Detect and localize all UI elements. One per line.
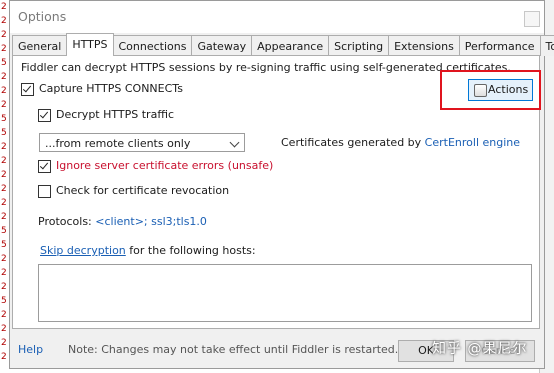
bg-char: 2: [1, 2, 7, 12]
decrypt-source-value: ...from remote clients only: [45, 137, 191, 150]
ignore-cert-errors-checkbox[interactable]: [38, 160, 51, 173]
ignore-cert-errors-label[interactable]: Ignore server certificate errors (unsafe…: [56, 159, 273, 172]
https-intro-text: Fiddler can decrypt HTTPS sessions by re…: [21, 61, 511, 74]
skip-decryption-suffix: for the following hosts:: [129, 244, 256, 257]
bg-char: 5: [1, 114, 7, 124]
restart-note: Note: Changes may not take effect until …: [68, 343, 399, 356]
bg-char: 5: [1, 128, 7, 138]
bg-char: 2: [1, 170, 7, 180]
bg-char: 5: [1, 296, 7, 306]
help-link[interactable]: Help: [18, 343, 43, 356]
tab-appearance[interactable]: Appearance: [251, 35, 330, 56]
bg-char: 2: [1, 212, 7, 222]
close-icon[interactable]: [524, 11, 540, 27]
window-title: Options: [18, 9, 67, 24]
decrypt-source-select[interactable]: ...from remote clients only: [39, 133, 245, 152]
tab-general[interactable]: General: [12, 35, 68, 56]
background-left-strip: 2 2 2 2 5 2 2 2 5 5 2 2 2 2 2 2 5 5 2 2 …: [0, 0, 9, 373]
chevron-down-icon: [229, 137, 240, 148]
bg-char: 2: [1, 72, 7, 82]
bg-char: 5: [1, 240, 7, 250]
capture-https-label[interactable]: Capture HTTPS CONNECTs: [39, 82, 183, 95]
skip-decryption-row: Skip decryption for the following hosts:: [40, 244, 256, 257]
title-bar: Options: [10, 1, 544, 33]
protocols-link[interactable]: <client>; ssl3;tls1.0: [95, 215, 207, 228]
certificates-info: Certificates generated by CertEnroll eng…: [281, 136, 520, 149]
bg-char: 2: [1, 30, 7, 40]
bg-char: 2: [1, 254, 7, 264]
tab-connections[interactable]: Connections: [112, 35, 193, 56]
tab-extensions[interactable]: Extensions: [388, 35, 460, 56]
bg-char: 2: [1, 156, 7, 166]
bg-char: 2: [1, 100, 7, 110]
check-revocation-checkbox[interactable]: [38, 185, 51, 198]
bg-char: 2: [1, 282, 7, 292]
bg-char: 2: [1, 352, 7, 362]
tab-tools[interactable]: Tools: [539, 35, 554, 56]
protocols-row: Protocols: <client>; ssl3;tls1.0: [38, 215, 207, 228]
actions-highlight-box: [440, 70, 541, 110]
bg-char: 2: [1, 142, 7, 152]
certificates-prefix: Certificates generated by: [281, 136, 422, 149]
tab-gateway[interactable]: Gateway: [191, 35, 253, 56]
tab-performance[interactable]: Performance: [458, 35, 541, 56]
tab-https[interactable]: HTTPS: [66, 33, 114, 56]
watermark-text: 知乎 @果尼尔: [432, 341, 528, 357]
bg-char: 2: [1, 268, 7, 278]
check-revocation-label[interactable]: Check for certificate revocation: [56, 184, 229, 197]
bg-char: 2: [1, 44, 7, 54]
bg-char: 2: [1, 184, 7, 194]
tab-strip: General HTTPS Connections Gateway Appear…: [12, 33, 554, 56]
capture-https-checkbox[interactable]: [21, 83, 34, 96]
skip-hosts-textarea[interactable]: [38, 264, 532, 322]
protocols-label: Protocols:: [38, 215, 92, 228]
options-dialog: Options General HTTPS Connections Gatewa…: [9, 0, 554, 369]
bg-char: 2: [1, 16, 7, 26]
bg-char: 5: [1, 226, 7, 236]
skip-decryption-link[interactable]: Skip decryption: [40, 244, 126, 257]
tab-scripting[interactable]: Scripting: [328, 35, 390, 56]
bg-char: 2: [1, 324, 7, 334]
decrypt-https-label[interactable]: Decrypt HTTPS traffic: [56, 108, 174, 121]
bg-char: 2: [1, 310, 7, 320]
decrypt-https-checkbox[interactable]: [38, 109, 51, 122]
bg-char: 2: [1, 86, 7, 96]
bg-char: 2: [1, 338, 7, 348]
bg-char: 2: [1, 198, 7, 208]
cert-engine-link[interactable]: CertEnroll engine: [425, 136, 520, 149]
bg-char: 5: [1, 58, 7, 68]
